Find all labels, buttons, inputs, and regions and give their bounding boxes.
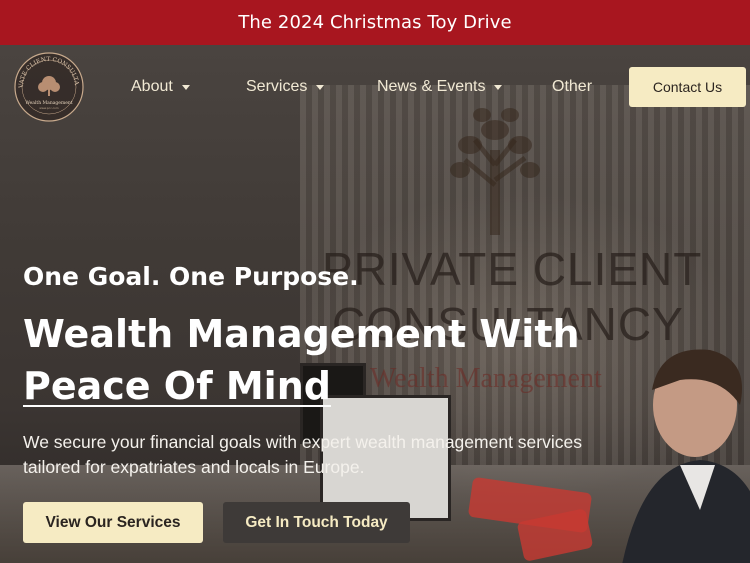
hero-description: We secure your financial goals with expe… (23, 432, 582, 477)
chevron-down-icon (316, 84, 325, 90)
hero-tagline: One Goal. One Purpose. (23, 262, 359, 291)
nav-item-label: Other (552, 78, 593, 95)
announcement-text[interactable]: The 2024 Christmas Toy Drive (238, 12, 511, 33)
headline-line2: Peace Of Mind (23, 364, 331, 408)
contact-us-button[interactable]: Contact Us (629, 67, 746, 107)
logo-small-text: www.pcc.com (39, 106, 58, 110)
wall-sign-line1: PRIVATE CLIENT (322, 243, 703, 295)
chevron-down-icon (181, 84, 190, 90)
nav-item-news-events[interactable]: News & Events (377, 78, 503, 96)
chevron-down-icon (494, 84, 503, 90)
announcement-bar[interactable]: The 2024 Christmas Toy Drive (0, 0, 750, 45)
get-in-touch-button[interactable]: Get In Touch Today (223, 502, 410, 543)
nav-item-other[interactable]: Other (552, 78, 592, 96)
hero-background: PRIVATE CLIENT CONSULTANCY Wealth Manage… (0, 45, 750, 563)
view-services-button[interactable]: View Our Services (23, 502, 203, 543)
hero-headline: Wealth Management With Peace Of Mind (23, 308, 583, 412)
wall-tree-icon (450, 108, 540, 235)
nav-item-label: Services (246, 78, 308, 95)
nav-item-services[interactable]: Services (246, 78, 325, 96)
nav-item-label: News & Events (377, 78, 486, 95)
company-logo[interactable]: PRIVATE CLIENT CONSULTANCY Wealth Manage… (13, 51, 85, 123)
headline-line1: Wealth Management With (23, 312, 580, 356)
nav-item-label: About (131, 78, 173, 95)
nav-item-about[interactable]: About (131, 78, 190, 96)
